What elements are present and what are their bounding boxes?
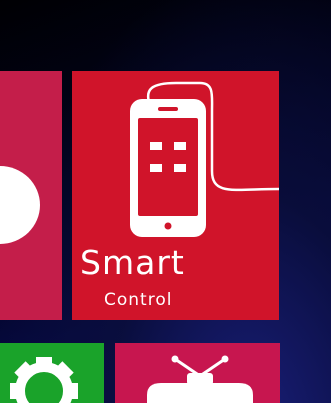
gear-icon <box>10 357 78 403</box>
tile-settings[interactable] <box>0 343 104 403</box>
smartphone-icon <box>130 81 279 237</box>
tile-smart-control[interactable] <box>72 71 279 320</box>
tile-subtitle: Control <box>104 290 173 310</box>
tile-tv[interactable] <box>115 343 280 403</box>
tv-icon <box>147 355 253 403</box>
tile-left[interactable] <box>0 71 62 320</box>
tile-title: Smart <box>80 243 185 282</box>
circle-icon <box>0 166 40 244</box>
